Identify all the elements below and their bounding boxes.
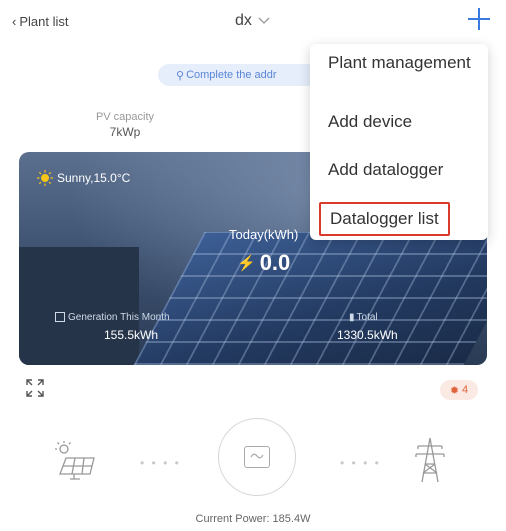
- expand-icon[interactable]: [24, 377, 46, 399]
- generation-month-value: 155.5kWh: [104, 328, 159, 342]
- back-label: Plant list: [19, 14, 69, 29]
- calendar-icon: [55, 312, 65, 323]
- menu-item-plant-management[interactable]: Plant management: [328, 52, 478, 74]
- generation-month-label: Generation This Month: [55, 312, 170, 323]
- weather-text: Sunny,15.0°C: [57, 171, 131, 185]
- flow-dots-right: • • • •: [340, 456, 381, 470]
- location-icon: ⚲: [176, 69, 185, 82]
- complete-address-notice[interactable]: ⚲ Complete the addr: [158, 64, 328, 86]
- add-dropdown-menu: Plant management Add device Add datalogg…: [310, 44, 488, 240]
- solar-panel-icon: [55, 441, 95, 480]
- total-energy-value: 1330.5kWh: [337, 328, 398, 342]
- chevron-left-icon: ‹: [12, 14, 17, 29]
- leaf-icon: ⚡: [237, 255, 256, 272]
- pv-capacity-value: 7kWp: [109, 125, 141, 139]
- today-energy-value: 0.0: [259, 250, 291, 275]
- plus-icon[interactable]: [466, 6, 492, 32]
- alarm-badge[interactable]: ✹ 4: [440, 380, 478, 400]
- sun-icon: [37, 170, 53, 186]
- inverter-icon: [244, 446, 270, 468]
- total-energy-label-text: Total: [356, 312, 378, 323]
- notice-text: Complete the addr: [186, 69, 277, 81]
- menu-item-add-datalogger[interactable]: Add datalogger: [328, 159, 443, 181]
- banner-house-image: [19, 247, 139, 365]
- current-power: Current Power: 185.4W: [195, 513, 311, 525]
- plant-selector[interactable]: dx: [235, 12, 270, 30]
- alarm-icon: ✹: [449, 384, 460, 397]
- grid-tower-icon: [415, 437, 445, 483]
- menu-item-add-device[interactable]: Add device: [328, 111, 412, 133]
- today-energy-label: Today(kWh): [229, 227, 299, 242]
- today-energy-value-row: ⚡ 0.0: [237, 250, 290, 276]
- pv-capacity: PV capacity 7kWp: [80, 110, 170, 140]
- back-button[interactable]: ‹ Plant list: [12, 14, 68, 29]
- flow-dots-left: • • • •: [140, 456, 181, 470]
- total-energy-label: ▮ Total: [349, 312, 378, 323]
- weather-info: Sunny,15.0°C: [37, 170, 130, 186]
- generation-month-label-text: Generation This Month: [68, 312, 170, 323]
- pv-capacity-label: PV capacity: [95, 111, 155, 123]
- inverter-node[interactable]: [218, 418, 296, 496]
- chevron-down-icon: [258, 17, 270, 24]
- alarm-count: 4: [462, 384, 469, 396]
- page-title: dx: [235, 12, 252, 29]
- bar-chart-icon: ▮: [349, 312, 355, 323]
- menu-item-datalogger-list[interactable]: Datalogger list: [319, 202, 450, 236]
